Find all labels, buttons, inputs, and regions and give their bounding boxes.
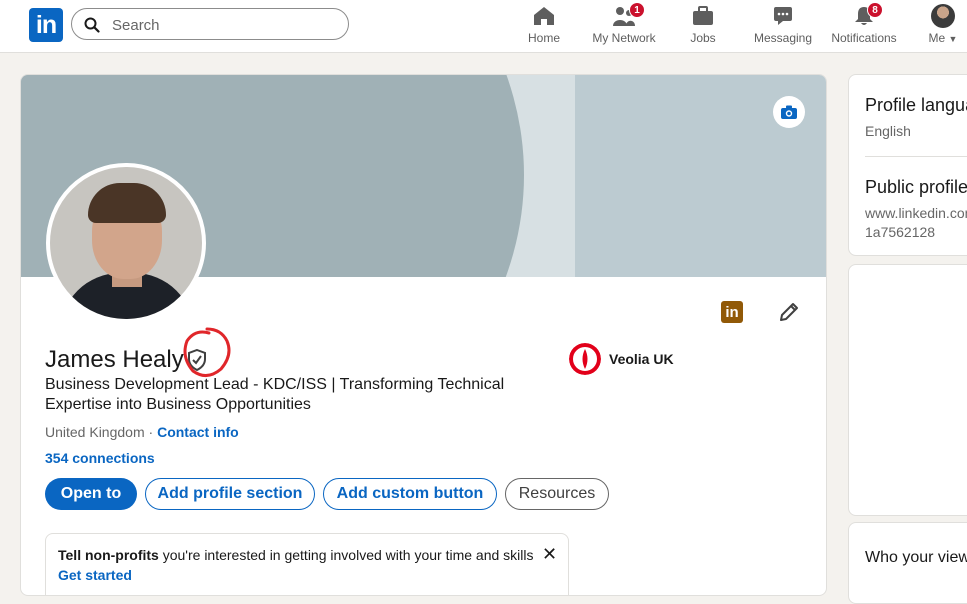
nav-label: Messaging (753, 31, 813, 45)
veolia-logo (569, 343, 601, 375)
close-icon[interactable]: ✕ (542, 544, 557, 565)
me-avatar (930, 4, 956, 28)
profile-card: in James Healy Business Development Lead… (20, 74, 827, 596)
public-profile-url-cont: 1a7562128 (865, 224, 936, 240)
nav-label: Notifications (831, 31, 897, 45)
chat-icon (770, 4, 796, 28)
search-input[interactable] (110, 15, 334, 35)
notice-rest: you're interested in getting involved wi… (158, 547, 534, 563)
nav-home[interactable]: Home (527, 4, 561, 48)
nav-messaging[interactable]: Messaging (754, 4, 812, 48)
public-profile-title[interactable]: Public profile & URL (865, 177, 967, 198)
profile-name: James Healy (45, 346, 184, 373)
profile-photo[interactable] (46, 163, 206, 323)
notification-badge: 8 (867, 2, 883, 18)
nav-label: Jobs (690, 31, 716, 45)
me-label: Me (928, 31, 946, 45)
profile-settings-card: Profile language English Public profile … (848, 74, 967, 256)
notification-badge: 1 (629, 2, 645, 18)
nav-me[interactable]: Me ▼ (926, 4, 960, 48)
nav-label: Me ▼ (929, 31, 958, 45)
premium-linkedin-badge[interactable]: in (721, 301, 743, 323)
nav-notifications[interactable]: 8 Notifications (829, 2, 899, 48)
bell-icon: 8 (851, 2, 883, 28)
add-profile-section-button[interactable]: Add profile section (145, 478, 315, 510)
get-started-link[interactable]: Get started (58, 567, 132, 583)
nav-label: Home (527, 31, 560, 45)
edit-background-button[interactable] (773, 96, 805, 128)
search-icon (84, 17, 100, 33)
search-box[interactable] (71, 8, 349, 40)
top-navigation: in Home 1 My Network Jobs (0, 0, 967, 53)
viewers-also-viewed-card: Who your viewers also viewed (848, 522, 967, 604)
nav-my-network[interactable]: 1 My Network (590, 2, 658, 48)
separator: · (148, 424, 154, 440)
home-icon (531, 4, 557, 28)
profile-location: United Kingdom (45, 424, 145, 440)
nonprofit-notice: Tell non-profits you're interested in ge… (45, 533, 569, 595)
open-to-button[interactable]: Open to (45, 478, 137, 510)
notice-bold: Tell non-profits (58, 547, 159, 563)
nav-jobs[interactable]: Jobs (689, 4, 717, 48)
notice-text: Tell non-profits you're interested in ge… (58, 547, 533, 563)
profile-language-value: English (865, 123, 911, 139)
current-company[interactable]: Veolia UK (569, 343, 674, 375)
profile-language-title[interactable]: Profile language (865, 95, 967, 116)
avatar (931, 4, 955, 28)
camera-icon (781, 105, 797, 119)
public-profile-url: www.linkedin.com/in/james-healy- (865, 205, 967, 221)
network-icon: 1 (611, 2, 645, 28)
resources-button[interactable]: Resources (505, 478, 609, 510)
viewers-also-viewed-title: Who your viewers also viewed (865, 549, 967, 566)
profile-headline: Business Development Lead - KDC/ISS | Tr… (45, 376, 505, 413)
profile-location-line: United Kingdom · Contact info (45, 424, 239, 440)
connections-link[interactable]: 354 connections (45, 450, 155, 466)
ad-card (848, 264, 967, 516)
nav-label: My Network (592, 31, 656, 45)
chevron-down-icon: ▼ (948, 34, 958, 44)
contact-info-link[interactable]: Contact info (157, 424, 239, 440)
company-name: Veolia UK (609, 351, 674, 367)
briefcase-icon (690, 4, 716, 28)
add-custom-button[interactable]: Add custom button (323, 478, 497, 510)
linkedin-logo[interactable]: in (29, 8, 63, 42)
edit-pencil-icon[interactable] (778, 301, 800, 323)
red-annotation-circle (183, 327, 231, 377)
